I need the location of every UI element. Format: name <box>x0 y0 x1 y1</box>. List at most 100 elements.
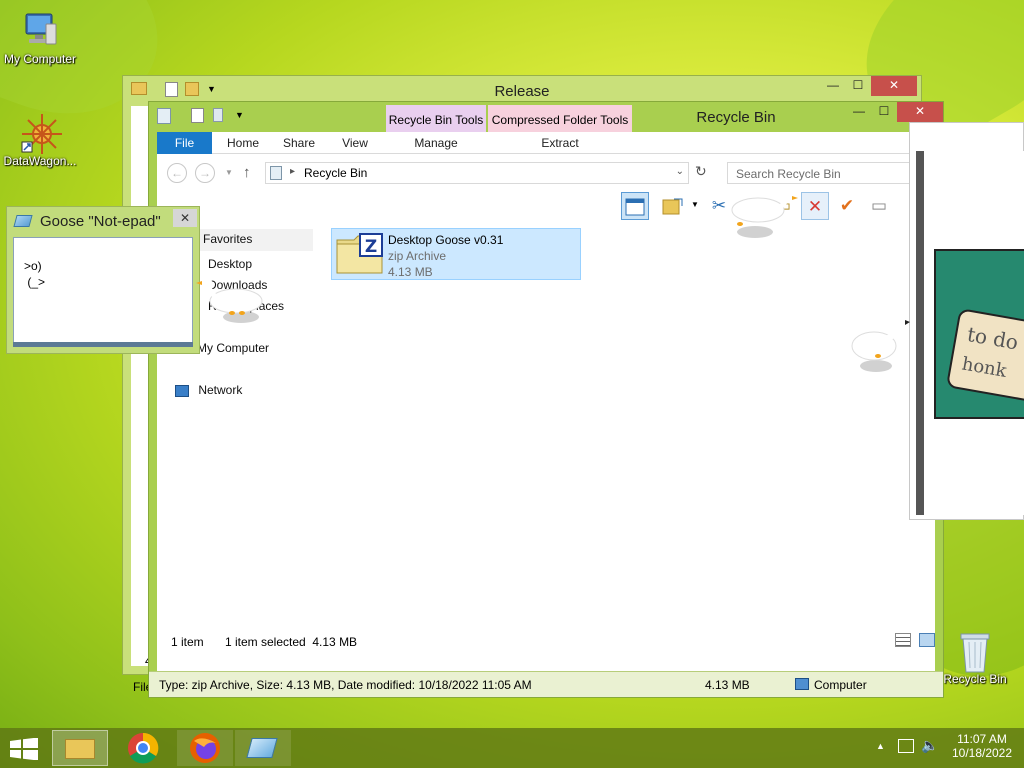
close-button[interactable]: ✕ <box>897 102 943 122</box>
network-tray-icon[interactable] <box>898 739 914 753</box>
search-input[interactable]: Search Recycle Bin <box>727 162 917 184</box>
minimize-button[interactable]: — <box>845 102 873 122</box>
nav-label: My Computer <box>197 341 270 355</box>
ribbon-tabs: File Home Share View Manage Extract <box>157 132 935 154</box>
recycle-bin-small-icon <box>270 166 282 180</box>
file-size: 4.13 MB <box>388 265 433 279</box>
notepad-titlebar[interactable]: Goose "Not-epad" ✕ <box>7 207 199 237</box>
window-title: Release <box>494 83 550 100</box>
file-name: Desktop Goose v0.31 <box>388 233 504 247</box>
maximize-button[interactable]: ☐ <box>871 102 897 122</box>
desktop-icon-label: Recycle Bin <box>943 672 1007 686</box>
desktop-icon-datawagon[interactable]: DataWagon... <box>0 112 80 168</box>
tab-recycle-bin-tools[interactable]: Recycle Bin Tools <box>386 105 486 132</box>
window-title: Recycle Bin <box>619 109 853 126</box>
item-count: 1 item <box>171 635 204 649</box>
computer-icon <box>20 10 60 50</box>
network-icon <box>175 384 189 397</box>
notepad-text-area[interactable]: >o) (_> <box>13 237 193 343</box>
clock-date: 10/18/2022 <box>951 746 1013 760</box>
nav-label: Favorites <box>203 232 253 246</box>
new-folder-icon[interactable] <box>213 108 223 122</box>
recycle-bin-window[interactable]: ▼ Recycle Bin Tools Compressed Folder To… <box>148 101 944 698</box>
tab-view[interactable]: View <box>327 132 383 154</box>
todo-note: to do honk <box>945 308 1024 406</box>
notepad-icon <box>13 215 33 227</box>
clock[interactable]: 11:07 AM 10/18/2022 <box>944 732 1020 760</box>
tab-share[interactable]: Share <box>271 132 327 154</box>
tab-extract[interactable]: Extract <box>488 132 632 154</box>
tab-file[interactable]: File <box>157 132 212 154</box>
goose-sprite[interactable] <box>730 190 800 243</box>
show-hidden-icons-chevron[interactable]: ▲ <box>876 741 885 751</box>
nav-favorites[interactable]: Favorites <box>197 229 313 251</box>
goose-sprite[interactable] <box>196 275 266 328</box>
chevron-down-icon[interactable]: ▼ <box>691 200 699 209</box>
command-toolbar: ▼ ✂ ▭ ✕ ✔ ▭ <box>157 190 935 222</box>
notepad-icon <box>246 738 278 758</box>
nav-my-computer[interactable]: My Computer <box>197 341 269 355</box>
properties-icon[interactable] <box>191 108 204 123</box>
nav-network[interactable]: Network <box>175 383 242 397</box>
taskbar-file-explorer[interactable] <box>52 730 108 766</box>
large-icons-view-icon[interactable] <box>919 633 935 647</box>
selection-info: 1 item selected 4.13 MB <box>225 635 358 649</box>
notepad-scroll-edge <box>13 342 193 347</box>
status-bar: 1 item 1 item selected 4.13 MB <box>157 629 935 655</box>
back-button[interactable]: ← <box>167 163 187 183</box>
folder-icon <box>65 739 95 759</box>
context-tab-label: Compressed Folder Tools <box>491 113 629 127</box>
details-view-icon[interactable] <box>895 633 911 647</box>
cut-scissors-icon[interactable]: ✂ <box>705 192 733 220</box>
address-row: ← → ▼ ↑ ▸ Recycle Bin ⌄ ↻ Search Recycle… <box>157 158 935 186</box>
minimize-button[interactable]: — <box>819 76 847 96</box>
details-text: Type: zip Archive, Size: 4.13 MB, Date m… <box>159 678 532 692</box>
explorer-body: File Home Share View Manage Extract ← → … <box>149 132 943 697</box>
firefox-icon <box>190 733 220 763</box>
taskbar-firefox[interactable] <box>177 730 233 766</box>
taskbar-chrome[interactable] <box>115 730 171 766</box>
refresh-icon[interactable]: ↻ <box>695 163 707 180</box>
close-button[interactable]: ✕ <box>173 209 197 227</box>
nav-desktop[interactable]: Desktop <box>208 257 252 271</box>
details-bar: Type: zip Archive, Size: 4.13 MB, Date m… <box>149 671 943 697</box>
taskbar-notepad[interactable] <box>235 730 291 766</box>
preview-pane-icon[interactable] <box>621 192 649 220</box>
desktop-icon-my-computer[interactable]: My Computer <box>0 10 80 66</box>
checkmark-icon[interactable]: ✔ <box>833 192 861 220</box>
window-title: Goose "Not-epad" <box>40 213 161 230</box>
goose-notepad-window[interactable]: Goose "Not-epad" ✕ >o) (_> <box>6 206 200 354</box>
delete-x-icon[interactable]: ✕ <box>801 192 829 220</box>
chrome-icon <box>128 732 159 764</box>
meme-image-window[interactable]: to do honk <box>909 122 1024 520</box>
desktop-icon-label: My Computer <box>3 52 77 66</box>
breadcrumb[interactable]: Recycle Bin <box>304 166 367 180</box>
address-bar[interactable]: ▸ Recycle Bin ⌄ <box>265 162 689 184</box>
recycle-titlebar[interactable]: ▼ Recycle Bin Tools Compressed Folder To… <box>149 102 943 132</box>
computer-small-icon <box>795 678 809 690</box>
tab-compressed-folder-tools[interactable]: Compressed Folder Tools <box>488 105 632 132</box>
folder-options-icon[interactable] <box>659 192 687 220</box>
tab-manage[interactable]: Manage <box>386 132 486 154</box>
close-button[interactable]: ✕ <box>871 76 917 96</box>
chevron-down-icon[interactable]: ▼ <box>235 110 244 120</box>
recent-locations-chevron-icon[interactable]: ▼ <box>225 168 233 177</box>
tab-home[interactable]: Home <box>215 132 271 154</box>
up-arrow-icon[interactable]: ↑ <box>243 164 251 181</box>
meme-image: to do honk <box>934 249 1024 419</box>
volume-icon[interactable]: 🔈 <box>921 737 938 754</box>
nav-label: Network <box>198 383 243 397</box>
window-title-text: Recycle Bin <box>696 109 776 126</box>
context-tab-label: Recycle Bin Tools <box>388 113 484 127</box>
rename-icon[interactable]: ▭ <box>865 192 893 220</box>
goose-sprite[interactable] <box>850 314 912 377</box>
desktop-icon-recycle-bin[interactable]: Recycle Bin <box>935 630 1015 686</box>
file-info: Desktop Goose v0.31 zip Archive 4.13 MB <box>388 232 503 280</box>
start-windows-icon[interactable] <box>10 737 38 761</box>
maximize-button[interactable]: ☐ <box>845 76 871 96</box>
file-item[interactable]: Z Desktop Goose v0.31 zip Archive 4.13 M… <box>331 228 581 280</box>
address-dropdown-icon[interactable]: ⌄ <box>676 166 684 177</box>
release-left-pane <box>131 106 149 666</box>
taskbar: ▲ 🔈 11:07 AM 10/18/2022 <box>0 728 1024 768</box>
forward-button[interactable]: → <box>195 163 215 183</box>
